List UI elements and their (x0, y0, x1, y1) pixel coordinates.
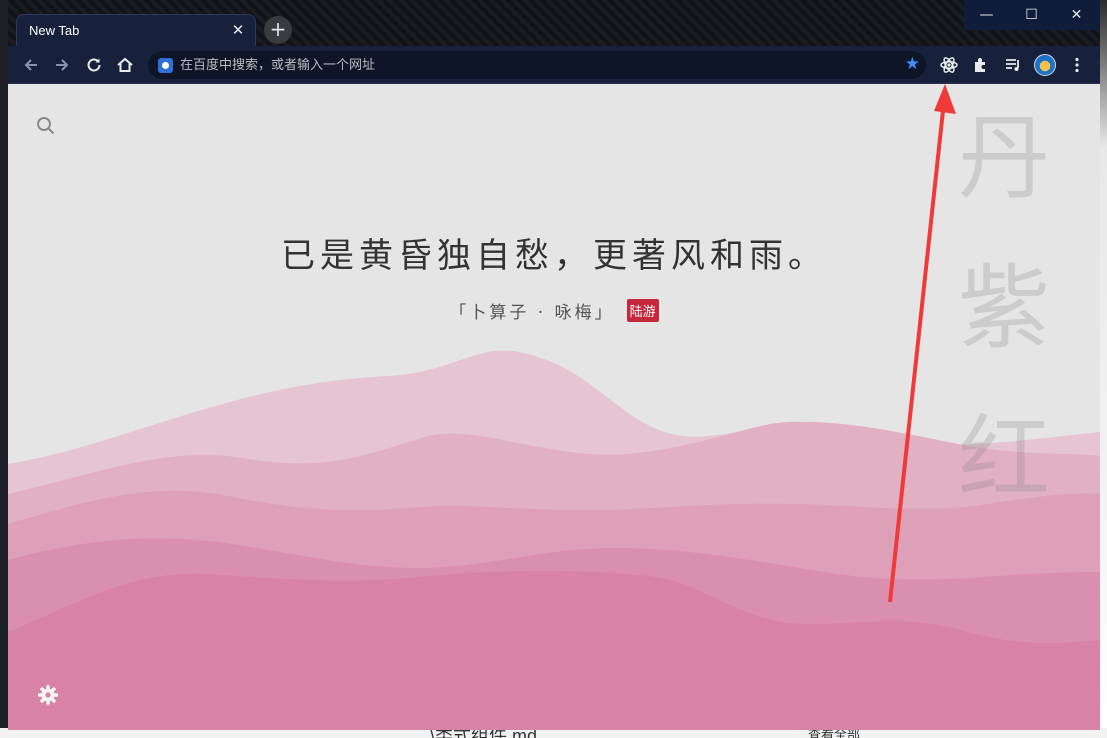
annotation-arrowhead-icon (934, 84, 956, 114)
annotation-arrow-icon (888, 91, 947, 603)
annotation-arrow-overlay (888, 84, 956, 603)
